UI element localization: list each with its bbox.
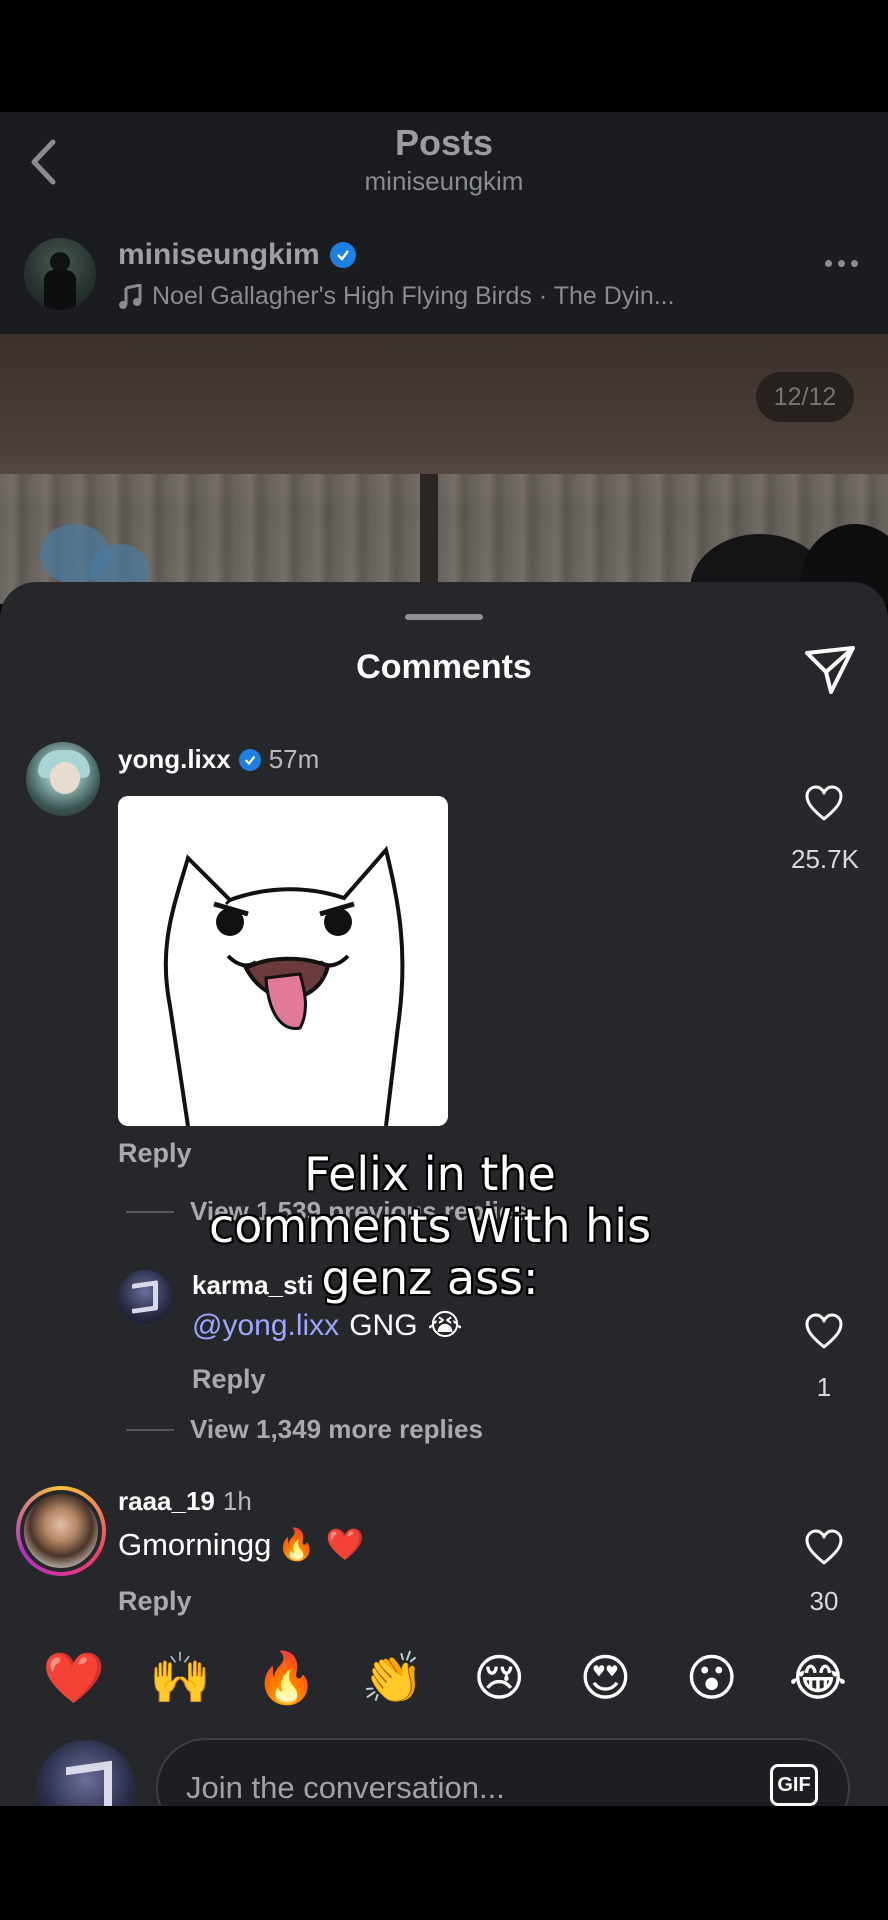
music-note-icon [119,283,142,309]
more-options-icon[interactable] [825,260,858,267]
like-count: 25.7K [791,844,859,874]
comment-username[interactable]: yong.lixx 57m [118,744,319,775]
comment-time: 1h [222,1486,252,1516]
poster-username-text: miniseungkim [118,238,320,271]
caption-line-2: comments With his [208,1199,652,1253]
fire-heart-emojis: 🔥 ❤️ [277,1527,365,1563]
share-send-icon[interactable] [802,642,858,698]
emoji-laughing[interactable]: 😂 [786,1648,850,1708]
status-bar-area [0,0,888,112]
emoji-surprised[interactable]: 😮 [680,1648,744,1708]
comment-username-text: yong.lixx [118,744,231,774]
comment-text-body: Gmorningg [118,1526,272,1562]
avatar[interactable] [26,742,100,816]
like-heart-icon[interactable] [804,784,844,824]
sheet-drag-handle[interactable] [405,614,483,620]
caption-line-1: Felix in the [304,1147,556,1201]
music-track[interactable]: Noel Gallagher's High Flying Birds · The… [118,282,675,311]
quick-emoji-bar: ❤️ 🙌 🔥 👏 😢 😍 😮 😂 [0,1648,888,1708]
page-title: Posts [394,122,494,163]
emoji-raised-hands[interactable]: 🙌 [148,1648,212,1708]
reply-text: @yong.lixx GNG 😭 [192,1308,463,1343]
emoji-clap[interactable]: 👏 [361,1648,425,1708]
poster-avatar[interactable] [24,238,96,310]
verified-badge-icon [329,242,356,268]
like-heart-icon[interactable] [804,1528,844,1568]
verified-badge-icon [238,748,261,771]
comment-input-placeholder: Join the conversation... [186,1770,505,1805]
overlay-caption: Felix in the comments With his genz ass: [120,1148,740,1304]
comment-text: Gmorningg 🔥 ❤️ [118,1526,365,1564]
carousel-counter: 12/12 [756,372,854,422]
post-photo[interactable] [0,334,888,604]
like-heart-icon[interactable] [804,1312,844,1352]
like-count: 1 [816,1372,832,1402]
mention-link[interactable]: @yong.lixx [192,1309,339,1343]
view-more-replies-label: View 1,349 more replies [190,1414,483,1444]
emoji-fire[interactable]: 🔥 [255,1648,319,1708]
comment-username[interactable]: raaa_19 1h [118,1486,252,1517]
reply-button[interactable]: Reply [118,1586,192,1617]
crying-emoji: 😭 [427,1308,463,1343]
comments-title: Comments [356,648,532,686]
gif-button[interactable]: GIF [770,1764,818,1806]
avatar-story-ring[interactable] [16,1486,106,1576]
poster-username[interactable]: miniseungkim [118,238,356,272]
caption-line-3: genz ass: [321,1251,539,1305]
emoji-heart-eyes[interactable]: 😍 [573,1648,637,1708]
like-count: 30 [809,1586,839,1616]
comment-time: 57m [268,744,320,774]
comment-username-text: raaa_19 [118,1486,215,1516]
reply-text-body: GNG [349,1308,418,1342]
comment-gif-cat[interactable] [118,796,448,1126]
view-more-replies[interactable]: View 1,349 more replies [126,1414,483,1445]
reply-button[interactable]: Reply [192,1364,266,1395]
emoji-heart[interactable]: ❤️ [42,1648,106,1708]
page-subtitle: miniseungkim [364,166,524,196]
emoji-crying[interactable]: 😢 [467,1648,531,1708]
music-track-label: Noel Gallagher's High Flying Birds · The… [152,282,675,310]
bottom-bar-area [0,1806,888,1920]
